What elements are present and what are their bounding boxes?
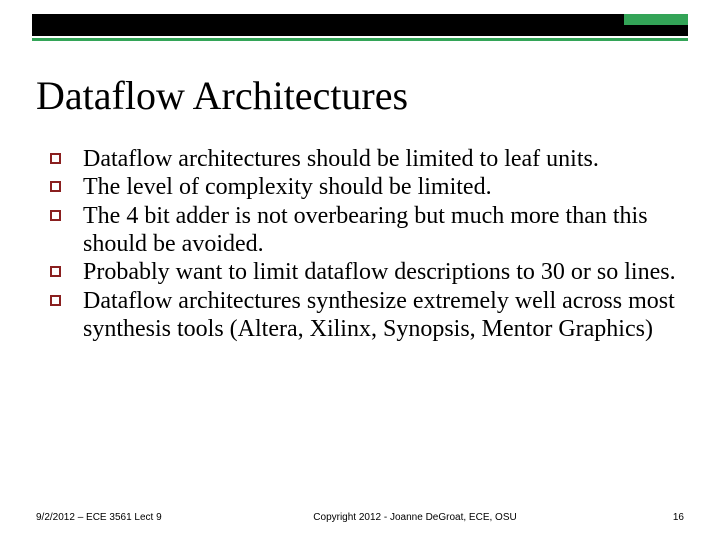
bullet-item: Dataflow architectures should be limited… [50,145,682,173]
body-content: Dataflow architectures should be limited… [50,145,682,343]
header-bar [32,14,688,36]
square-bullet-icon [50,181,61,192]
bullet-text: The 4 bit adder is not overbearing but m… [83,202,682,259]
bullet-item: The 4 bit adder is not overbearing but m… [50,202,682,259]
bullet-item: Dataflow architectures synthesize extrem… [50,287,682,344]
square-bullet-icon [50,210,61,221]
header-accent-line [32,38,688,41]
footer-date-course: 9/2/2012 – ECE 3561 Lect 9 [36,512,206,525]
bullet-text: Dataflow architectures synthesize extrem… [83,287,682,344]
footer-copyright: Copyright 2012 - Joanne DeGroat, ECE, OS… [206,512,624,523]
bullet-text: Probably want to limit dataflow descript… [83,258,676,286]
footer-page-number: 16 [624,512,684,523]
slide-title: Dataflow Architectures [36,72,408,119]
bullet-item: Probably want to limit dataflow descript… [50,258,682,286]
header-accent-block [624,14,688,25]
square-bullet-icon [50,153,61,164]
slide-footer: 9/2/2012 – ECE 3561 Lect 9 Copyright 201… [36,512,684,525]
bullet-text: The level of complexity should be limite… [83,173,492,201]
bullet-text: Dataflow architectures should be limited… [83,145,599,173]
square-bullet-icon [50,295,61,306]
bullet-item: The level of complexity should be limite… [50,173,682,201]
square-bullet-icon [50,266,61,277]
